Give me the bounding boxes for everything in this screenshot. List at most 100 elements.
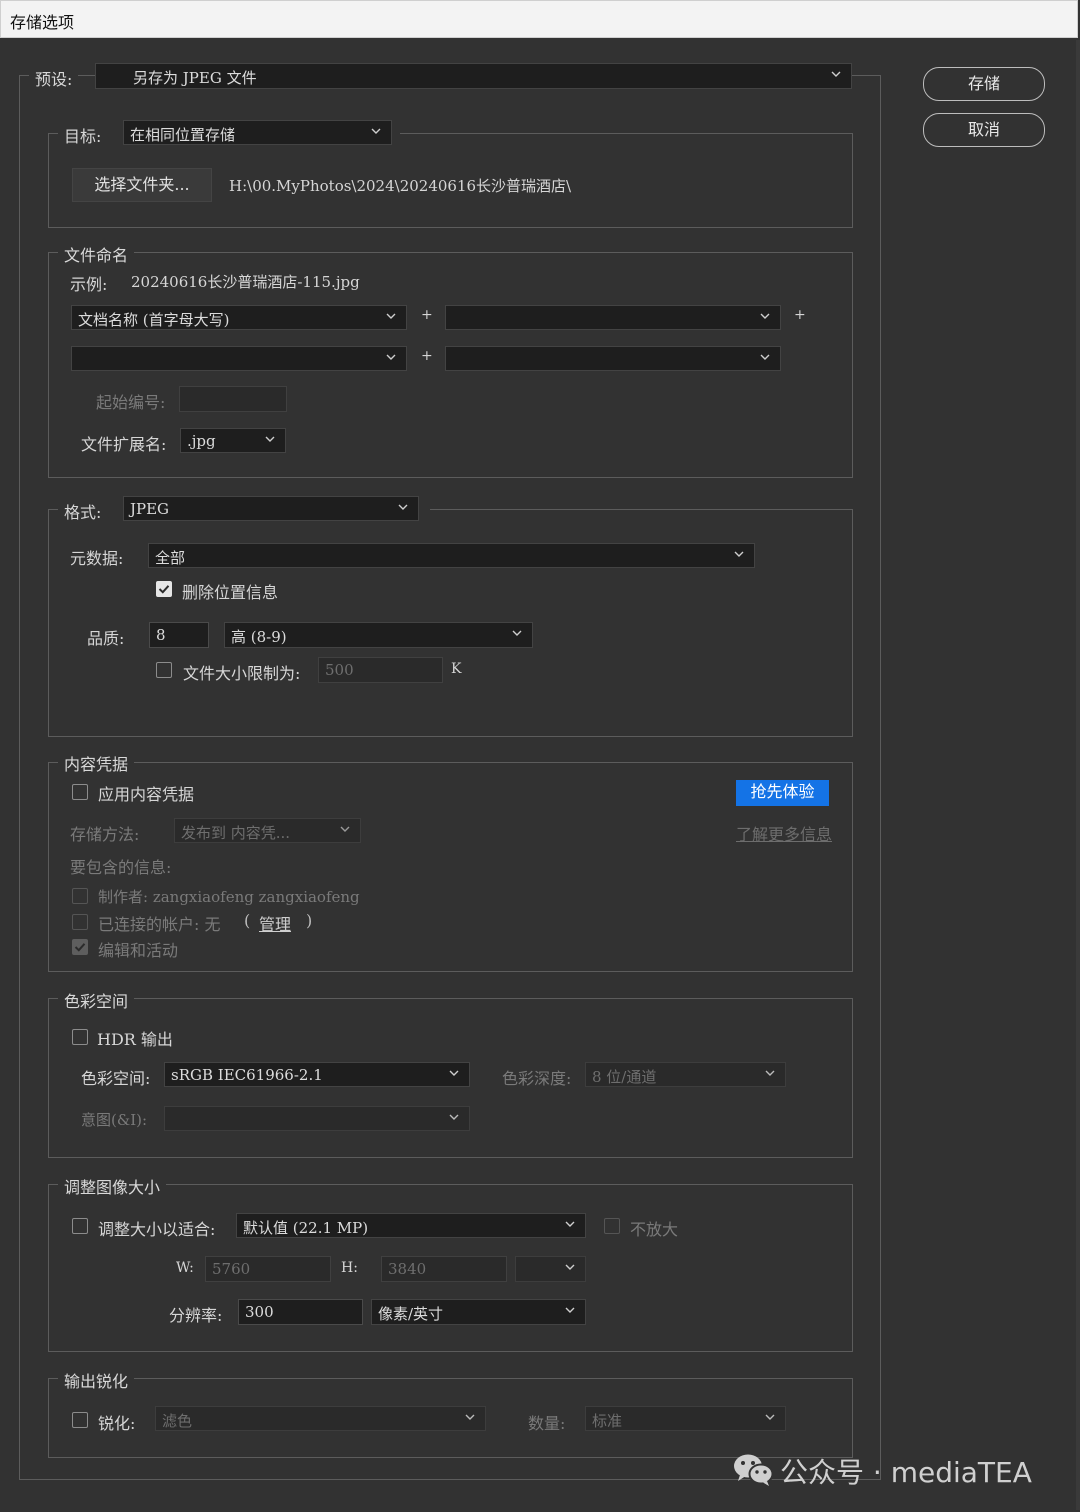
sharpen-value: 滤色 xyxy=(162,1412,193,1430)
target-value: 在相同位置存储 xyxy=(130,126,236,144)
accounts-open-paren: ( xyxy=(244,911,251,930)
metadata-select[interactable]: 全部 xyxy=(148,543,755,568)
save-button[interactable]: 存储 xyxy=(923,67,1045,101)
start-number-label: 起始编号: xyxy=(96,393,166,412)
watermark-text: 公众号 · mediaTEA xyxy=(780,1456,1032,1489)
amount-value: 标准 xyxy=(592,1412,623,1430)
resolution-input[interactable]: 300 xyxy=(238,1299,363,1325)
format-select[interactable]: JPEG xyxy=(123,496,419,521)
window-titlebar: 存储选项 xyxy=(0,0,1078,38)
chevron-down-icon xyxy=(732,547,746,561)
naming-field-1-value: 文档名称 (首字母大写) xyxy=(78,311,230,329)
resize-fit-value: 默认值 (22.1 MP) xyxy=(243,1219,369,1237)
size-limit-unit: K xyxy=(451,661,462,677)
extension-select[interactable]: .jpg xyxy=(180,428,286,453)
chevron-down-icon xyxy=(369,124,383,138)
chevron-down-icon xyxy=(563,1260,577,1274)
storage-method-select[interactable]: 发布到 内容凭... xyxy=(174,818,361,843)
format-label: 格式: xyxy=(64,503,102,522)
metadata-value: 全部 xyxy=(155,549,186,567)
edits-activity-checkbox[interactable] xyxy=(72,939,88,955)
sharpen-select[interactable]: 滤色 xyxy=(155,1406,486,1431)
plus-sign: + xyxy=(421,307,433,323)
intent-label: 意图(&I): xyxy=(81,1111,148,1129)
start-number-input[interactable] xyxy=(179,386,287,412)
naming-field-3[interactable] xyxy=(71,346,407,371)
width-label: W: xyxy=(176,1260,194,1276)
early-access-button[interactable]: 抢先体验 xyxy=(736,780,829,806)
width-input[interactable]: 5760 xyxy=(205,1256,331,1282)
cancel-button[interactable]: 取消 xyxy=(923,113,1045,147)
example-label: 示例: xyxy=(70,275,108,294)
naming-legend: 文件命名 xyxy=(58,242,135,266)
format-value: JPEG xyxy=(130,500,170,518)
checkmark-icon xyxy=(158,585,170,594)
resolution-unit-value: 像素/英寸 xyxy=(378,1305,444,1323)
chevron-down-icon xyxy=(829,67,843,81)
color-space-select[interactable]: sRGB IEC61966-2.1 xyxy=(164,1062,470,1087)
chevron-down-icon xyxy=(563,1303,577,1317)
target-select[interactable]: 在相同位置存储 xyxy=(123,120,392,145)
learn-more-link[interactable]: 了解更多信息 xyxy=(736,821,832,845)
chevron-down-icon xyxy=(758,309,772,323)
preset-value: 另存为 JPEG 文件 xyxy=(133,69,257,87)
hdr-output-label: HDR 输出 xyxy=(97,1030,173,1049)
quality-level-select[interactable]: 高 (8-9) xyxy=(224,622,533,648)
color-depth-select[interactable]: 8 位/通道 xyxy=(585,1062,786,1087)
color-depth-label: 色彩深度: xyxy=(502,1069,572,1088)
amount-select[interactable]: 标准 xyxy=(585,1406,786,1431)
no-enlarge-label: 不放大 xyxy=(630,1220,679,1239)
color-space-legend: 色彩空间 xyxy=(58,988,135,1012)
sharpen-checkbox[interactable] xyxy=(72,1412,88,1428)
quality-input[interactable]: 8 xyxy=(149,622,209,648)
connected-accounts-label: 已连接的帐户: 无 xyxy=(98,915,221,934)
height-input[interactable]: 3840 xyxy=(381,1256,507,1282)
naming-field-4[interactable] xyxy=(445,346,781,371)
checkmark-icon xyxy=(74,943,86,952)
chevron-down-icon xyxy=(563,1217,577,1231)
size-limit-checkbox[interactable] xyxy=(156,662,172,678)
choose-folder-button[interactable]: 选择文件夹... xyxy=(72,168,212,202)
no-enlarge-checkbox[interactable] xyxy=(604,1218,620,1234)
quality-label: 品质: xyxy=(87,629,125,648)
target-path: H:\00.MyPhotos\2024\20240616长沙普瑞酒店\ xyxy=(229,177,572,195)
connected-accounts-checkbox[interactable] xyxy=(72,914,88,930)
producer-checkbox[interactable] xyxy=(72,888,88,904)
naming-field-1[interactable]: 文档名称 (首字母大写) xyxy=(71,305,407,330)
chevron-down-icon xyxy=(510,626,524,640)
resolution-unit-select[interactable]: 像素/英寸 xyxy=(371,1299,586,1325)
scrollbar[interactable] xyxy=(1076,40,1080,1510)
chevron-down-icon xyxy=(263,432,277,446)
include-info-label: 要包含的信息: xyxy=(70,858,172,877)
resize-fit-select[interactable]: 默认值 (22.1 MP) xyxy=(236,1213,586,1238)
manage-accounts-link[interactable]: 管理 xyxy=(259,911,291,935)
sharpen-label: 锐化: xyxy=(98,1414,136,1433)
example-value: 20240616长沙普瑞酒店-115.jpg xyxy=(131,273,360,291)
size-unit-select[interactable] xyxy=(515,1256,586,1282)
chevron-down-icon xyxy=(763,1410,777,1424)
credentials-legend: 内容凭据 xyxy=(58,751,135,775)
remove-location-label: 删除位置信息 xyxy=(182,583,279,602)
height-label: H: xyxy=(341,1260,358,1276)
resize-legend: 调整图像大小 xyxy=(58,1174,167,1198)
apply-credentials-checkbox[interactable] xyxy=(72,784,88,800)
quality-level-value: 高 (8-9) xyxy=(231,628,287,646)
color-depth-value: 8 位/通道 xyxy=(592,1068,657,1086)
preset-select[interactable]: 另存为 JPEG 文件 xyxy=(95,63,852,89)
amount-label: 数量: xyxy=(528,1414,566,1433)
chevron-down-icon xyxy=(758,350,772,364)
plus-sign: + xyxy=(794,307,806,323)
producer-label: 制作者: zangxiaofeng zangxiaofeng xyxy=(98,888,360,906)
resize-fit-checkbox[interactable] xyxy=(72,1218,88,1234)
chevron-down-icon xyxy=(384,309,398,323)
size-limit-input[interactable]: 500 xyxy=(318,657,443,683)
hdr-output-checkbox[interactable] xyxy=(72,1029,88,1045)
naming-field-2[interactable] xyxy=(445,305,781,330)
chevron-down-icon xyxy=(338,822,352,836)
chevron-down-icon xyxy=(384,350,398,364)
remove-location-checkbox[interactable] xyxy=(156,581,172,597)
intent-select[interactable] xyxy=(164,1106,470,1131)
color-space-value: sRGB IEC61966-2.1 xyxy=(171,1066,323,1084)
chevron-down-icon xyxy=(763,1066,777,1080)
metadata-label: 元数据: xyxy=(70,549,124,568)
